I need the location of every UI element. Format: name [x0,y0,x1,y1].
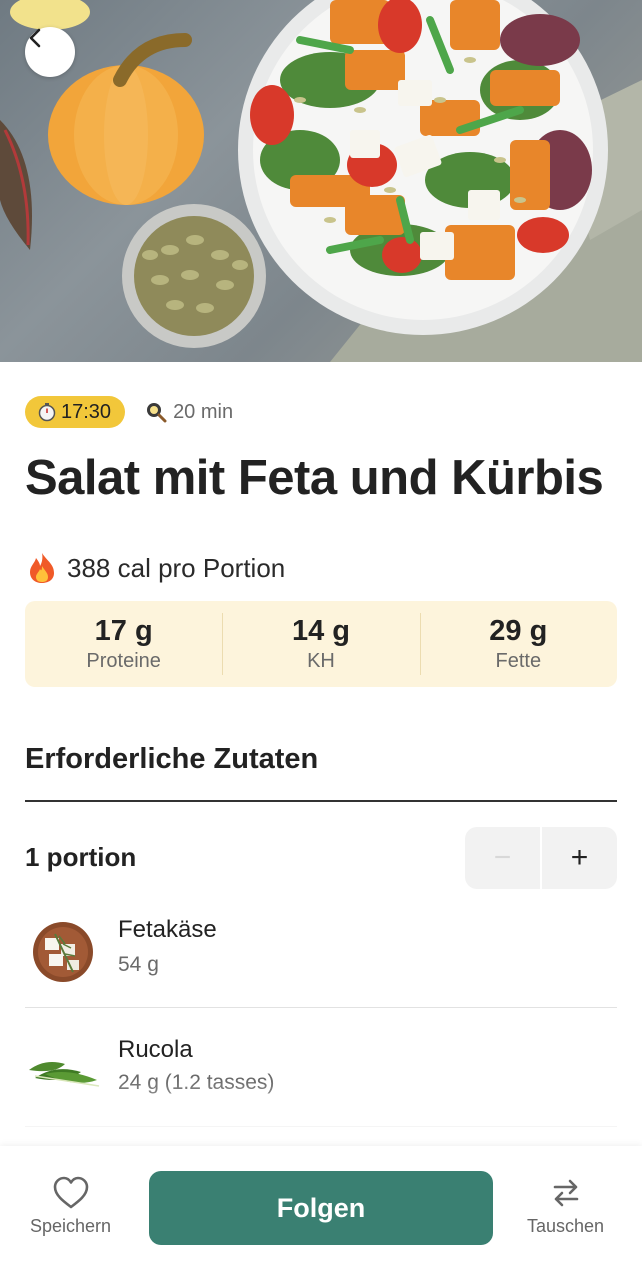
macro-value: 14 g [291,615,350,647]
macro-label: Proteine [86,650,161,672]
ingredient-item-feta[interactable]: Fetakäse 54 g [25,914,617,1034]
cooking-pan-icon [147,403,167,423]
portion-stepper: − + [465,827,617,889]
time-badge-label: 17:30 [61,400,112,423]
ingredient-name: Fetakäse [118,916,217,943]
macro-label: Fette [495,650,542,672]
macros-panel: 17 g Proteine 14 g KH 29 g Fette [25,601,617,687]
save-label: Speichern [30,1216,112,1236]
salad-photo [0,0,642,362]
swap-label: Tauschen [527,1216,605,1236]
calories-label: 388 cal pro Portion [67,552,286,583]
section-divider [25,800,617,802]
scroll-fade [0,1080,642,1150]
duration-label: 20 min [173,400,234,423]
ingredient-quantity: 54 g [118,953,159,976]
row-divider [25,1007,617,1008]
ingredient-name: Rucola [118,1036,193,1063]
macro-carbs: 14 g KH [222,601,419,687]
duration: 20 min [145,401,233,424]
time-badge: 17:30 [25,396,126,428]
bottom-action-bar: Speichern Folgen Tauschen [0,1146,642,1280]
increase-portion-button[interactable]: + [542,827,617,889]
decrease-portion-button[interactable]: − [465,827,540,889]
portion-label: 1 portion [25,842,137,872]
fire-icon [30,553,54,583]
stopwatch-icon [38,403,56,422]
back-button[interactable] [25,27,75,77]
page-title: Salat mit Feta und Kürbis [25,451,604,505]
calories-row: 388 cal pro Portion [27,552,285,584]
recipe-meta-row: 17:30 20 min [25,396,233,428]
recipe-hero-image [0,0,642,362]
feta-thumbnail [33,922,93,982]
ingredients-title: Erforderliche Zutaten [25,743,319,775]
heart-icon [53,1176,88,1209]
macro-fat: 29 g Fette [419,601,617,687]
macro-protein: 17 g Proteine [25,601,222,687]
swap-arrows-icon [553,1179,578,1207]
macro-value: 29 g [489,615,548,647]
follow-button[interactable]: Folgen [149,1171,493,1245]
swap-button[interactable]: Tauschen [527,1176,604,1237]
macro-value: 17 g [94,615,153,647]
macro-label: KH [307,650,335,672]
save-button[interactable]: Speichern [30,1176,111,1237]
chevron-left-icon [29,28,41,48]
